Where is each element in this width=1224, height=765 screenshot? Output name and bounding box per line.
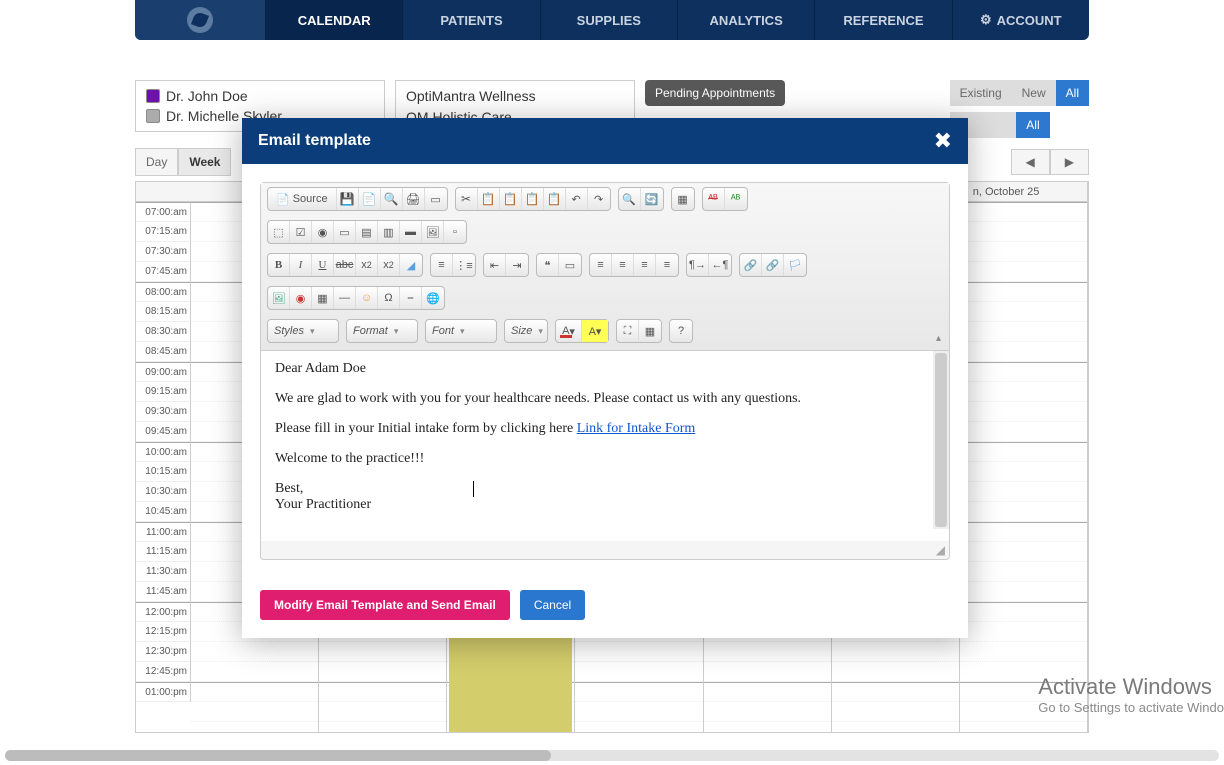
align-right-icon[interactable]: ≡	[634, 254, 656, 276]
preview-icon[interactable]	[381, 188, 403, 210]
bulletlist-icon[interactable]: ⋮≡	[453, 254, 475, 276]
cut-icon[interactable]	[456, 188, 478, 210]
unlink-icon[interactable]: 🔗	[762, 254, 784, 276]
redo-icon[interactable]	[588, 188, 610, 210]
ltr-icon[interactable]: ¶→	[687, 254, 709, 276]
undo-icon[interactable]	[566, 188, 588, 210]
align-center-icon[interactable]: ≡	[612, 254, 634, 276]
selectall-icon[interactable]: ▦	[672, 188, 694, 210]
spellcheck-icon[interactable]: ᴬᴮ	[703, 188, 725, 210]
modal-title: Email template	[258, 132, 371, 150]
save-icon[interactable]	[337, 188, 359, 210]
hidden-icon[interactable]: ▫	[444, 221, 466, 243]
removeformat-icon[interactable]: ◢	[400, 254, 422, 276]
intake-link[interactable]: Link for Intake Form	[577, 421, 696, 436]
flash-icon[interactable]: ◉	[290, 287, 312, 309]
format-select[interactable]: Format	[346, 319, 418, 343]
modal-header: Email template ✖	[242, 118, 968, 164]
hr-icon[interactable]: —	[334, 287, 356, 309]
cancel-button[interactable]: Cancel	[520, 590, 585, 620]
form-icon[interactable]: ⬚	[268, 221, 290, 243]
imagebutton-icon[interactable]: 🖼	[422, 221, 444, 243]
modal-footer: Modify Email Template and Send Email Can…	[242, 578, 968, 638]
paste-text-icon[interactable]	[522, 188, 544, 210]
bgcolor-button[interactable]: A▾	[582, 320, 608, 342]
table-icon[interactable]: ▦	[312, 287, 334, 309]
editor-content[interactable]: Dear Adam Doe We are glad to work with y…	[261, 351, 949, 541]
email-paragraph: Welcome to the practice!!!	[275, 451, 935, 467]
textfield-icon[interactable]: ▭	[334, 221, 356, 243]
watermark-title: Activate Windows	[1038, 674, 1224, 700]
subscript-button[interactable]: x2	[356, 254, 378, 276]
align-left-icon[interactable]: ≡	[590, 254, 612, 276]
collapse-toolbar-icon[interactable]: ▴	[934, 331, 943, 346]
textarea-icon[interactable]: ▤	[356, 221, 378, 243]
replace-icon[interactable]: 🔄	[641, 188, 663, 210]
align-justify-icon[interactable]: ≡	[656, 254, 678, 276]
editor-scrollbar[interactable]	[933, 351, 949, 529]
rich-editor: 📄Source ▭ 🔍	[260, 182, 950, 560]
editor-toolbar: 📄Source ▭ 🔍	[261, 183, 949, 351]
div-icon[interactable]: ▭	[559, 254, 581, 276]
newpage-icon[interactable]	[359, 188, 381, 210]
watermark-subtitle: Go to Settings to activate Windo	[1038, 700, 1224, 715]
email-paragraph: Please fill in your Initial intake form …	[275, 421, 935, 437]
email-template-modal: Email template ✖ 📄Source ▭	[242, 118, 968, 638]
spellcheck2-icon[interactable]: ᴬᴮ	[725, 188, 747, 210]
indent-icon[interactable]: ⇥	[506, 254, 528, 276]
select-icon[interactable]: ▥	[378, 221, 400, 243]
resize-handle[interactable]: ◢	[261, 541, 949, 559]
styles-select[interactable]: Styles	[267, 319, 339, 343]
bold-button[interactable]: B	[268, 254, 290, 276]
email-signature: Best, Your Practitioner	[275, 481, 935, 513]
anchor-icon[interactable]: 🏳	[784, 254, 806, 276]
paste-word-icon[interactable]	[544, 188, 566, 210]
outdent-icon[interactable]: ⇤	[484, 254, 506, 276]
rtl-icon[interactable]: ←¶	[709, 254, 731, 276]
underline-button[interactable]: U	[312, 254, 334, 276]
textcolor-button[interactable]: A▾	[556, 320, 582, 342]
iframe-icon[interactable]: 🌐	[422, 287, 444, 309]
radio-icon[interactable]: ◉	[312, 221, 334, 243]
button-icon[interactable]: ▬	[400, 221, 422, 243]
checkbox-icon[interactable]: ☑	[290, 221, 312, 243]
modify-send-button[interactable]: Modify Email Template and Send Email	[260, 590, 510, 620]
strike-button[interactable]: abc	[334, 254, 356, 276]
email-paragraph: We are glad to work with you for your he…	[275, 391, 935, 407]
numberlist-icon[interactable]: ≡	[431, 254, 453, 276]
smiley-icon[interactable]: ☺	[356, 287, 378, 309]
about-icon[interactable]: ?	[670, 320, 692, 342]
source-button[interactable]: 📄Source	[268, 188, 337, 210]
find-icon[interactable]: 🔍	[619, 188, 641, 210]
blockquote-icon[interactable]: ❝	[537, 254, 559, 276]
image-icon[interactable]: 🖼	[268, 287, 290, 309]
close-icon[interactable]: ✖	[934, 128, 952, 154]
superscript-button[interactable]: x2	[378, 254, 400, 276]
size-select[interactable]: Size	[504, 319, 548, 343]
copy-icon[interactable]	[478, 188, 500, 210]
email-greeting: Dear Adam Doe	[275, 361, 935, 377]
pagebreak-icon[interactable]: ⎯	[400, 287, 422, 309]
horizontal-scrollbar[interactable]	[5, 750, 1219, 761]
print-icon[interactable]	[403, 188, 425, 210]
text-cursor	[473, 481, 474, 497]
specialchar-icon[interactable]: Ω	[378, 287, 400, 309]
italic-button[interactable]: I	[290, 254, 312, 276]
maximize-icon[interactable]: ⛶	[617, 320, 639, 342]
showblocks-icon[interactable]: ▦	[639, 320, 661, 342]
font-select[interactable]: Font	[425, 319, 497, 343]
windows-watermark: Activate Windows Go to Settings to activ…	[1038, 674, 1224, 715]
modal-body: 📄Source ▭ 🔍	[242, 164, 968, 578]
link-icon[interactable]: 🔗	[740, 254, 762, 276]
paste-icon[interactable]	[500, 188, 522, 210]
templates-icon[interactable]: ▭	[425, 188, 447, 210]
